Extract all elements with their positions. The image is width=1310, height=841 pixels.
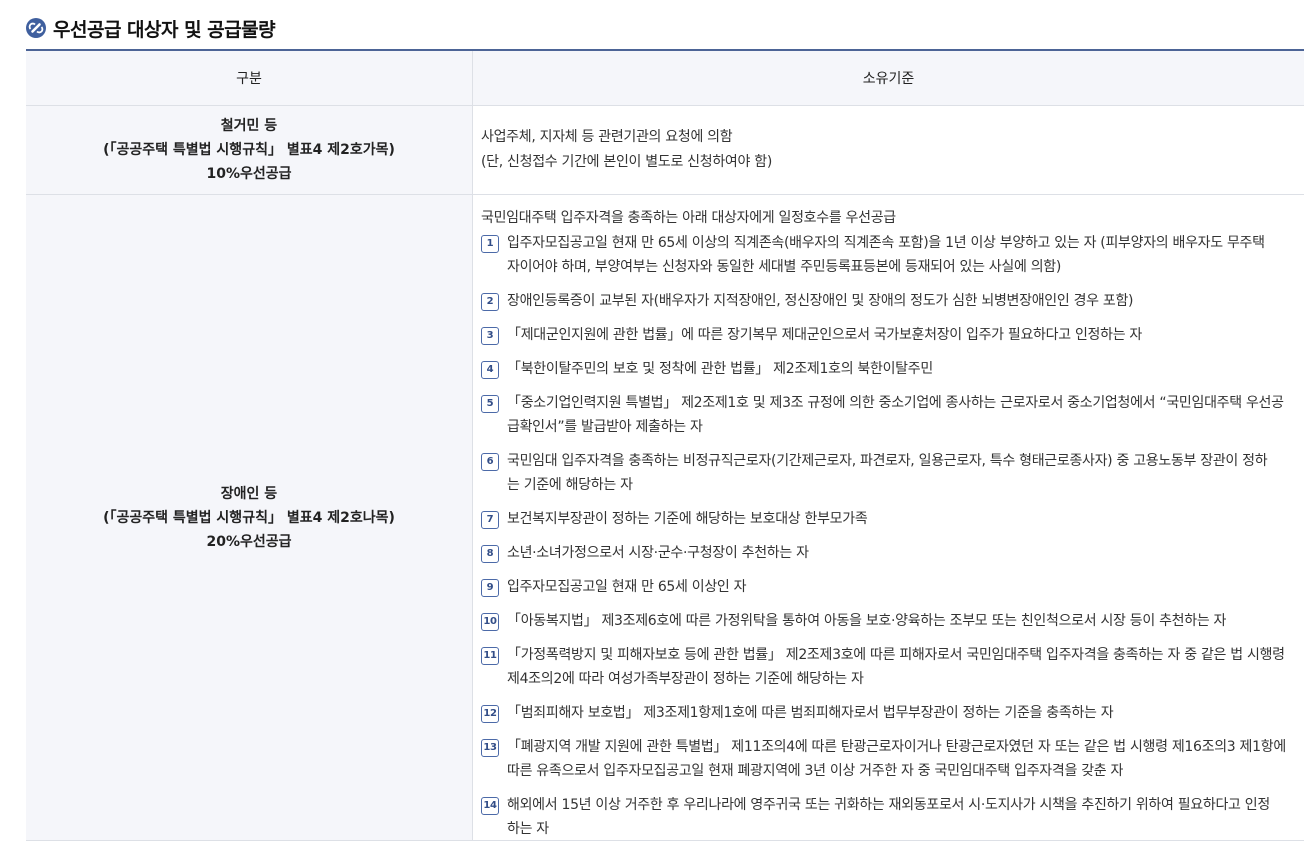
item-text-line: 는 기준에 해당하는 자 <box>507 477 633 493</box>
category-legal-basis: (「공공주택 특별법 시행규칙」 별표4 제2호가목) <box>103 142 395 158</box>
item-text-line: 「중소기업인력지원 특별법」 제2조제1호 및 제3조 규정에 의한 중소기업에… <box>507 395 1284 411</box>
list-item: 4 「북한이탈주민의 보호 및 정착에 관한 법률」 제2조제1호의 북한이탈주민 <box>481 357 1304 381</box>
item-text-line: 하는 자 <box>507 821 549 837</box>
list-item: 8 소년·소녀가정으로서 시장·군수·구청장이 추천하는 자 <box>481 541 1304 565</box>
item-number-badge: 9 <box>481 579 499 597</box>
criteria-cell: 사업주체, 지자체 등 관련기관의 요청에 의함 (단, 신청접수 기간에 본인… <box>473 106 1304 194</box>
item-text: 「제대군인지원에 관한 법률」에 따른 장기복무 제대군인으로서 국가보훈처장이… <box>507 323 1304 347</box>
list-item: 11 「가정폭력방지 및 피해자보호 등에 관한 법률」 제2조제3호에 따른 피… <box>481 643 1304 691</box>
item-text: 「폐광지역 개발 지원에 관한 특별법」 제11조의4에 따른 탄광근로자이거나… <box>507 735 1304 783</box>
criteria-cell: 국민임대주택 입주자격을 충족하는 아래 대상자에게 일정호수를 우선공급 1입… <box>473 195 1304 840</box>
criteria-list: 1 입주자모집공고일 현재 만 65세 이상의 직계존속(배우자의 직계존속 포함… <box>481 231 1304 841</box>
item-text-line: 급확인서”를 발급받아 제출하는 자 <box>507 419 703 435</box>
item-text-line: 해외에서 15년 이상 거주한 후 우리나라에 영주귀국 또는 귀화하는 재외동… <box>507 797 1270 813</box>
category-name: 철거민 등 <box>220 118 278 134</box>
list-item: 1 입주자모집공고일 현재 만 65세 이상의 직계존속(배우자의 직계존속 포함… <box>481 231 1304 279</box>
item-text: 「북한이탈주민의 보호 및 정착에 관한 법률」 제2조제1호의 북한이탈주민 <box>507 357 1304 381</box>
list-item: 3 「제대군인지원에 관한 법률」에 따른 장기복무 제대군인으로서 국가보훈처장… <box>481 323 1304 347</box>
item-number-badge: 11 <box>481 647 499 665</box>
item-number-badge: 6 <box>481 453 499 471</box>
item-text-line: 「제대군인지원에 관한 법률」에 따른 장기복무 제대군인으로서 국가보훈처장이… <box>507 327 1142 343</box>
item-text: 「아동복지법」 제3조제6호에 따른 가정위탁을 통하여 아동을 보호·양육하는… <box>507 609 1304 633</box>
item-number-badge: 12 <box>481 705 499 723</box>
item-text-line: 장애인등록증이 교부된 자(배우자가 지적장애인, 정신장애인 및 장애의 정도… <box>507 293 1134 309</box>
item-text-line: 자이어야 하며, 부양여부는 신청자와 동일한 세대별 주민등록표등본에 등재되… <box>507 259 1062 275</box>
item-text-line: 따른 유족으로서 입주자모집공고일 현재 폐광지역에 3년 이상 거주한 자 중… <box>507 763 1124 779</box>
list-item: 14 해외에서 15년 이상 거주한 후 우리나라에 영주귀국 또는 귀화하는 재… <box>481 793 1304 841</box>
list-item: 9 입주자모집공고일 현재 만 65세 이상인 자 <box>481 575 1304 599</box>
section-header: 우선공급 대상자 및 공급물량 <box>26 16 276 41</box>
item-text-line: 입주자모집공고일 현재 만 65세 이상인 자 <box>507 579 747 595</box>
table-row-disabled: 장애인 등 (「공공주택 특별법 시행규칙」 별표4 제2호나목) 20%우선공… <box>26 195 1304 841</box>
criteria-intro: 국민임대주택 입주자격을 충족하는 아래 대상자에게 일정호수를 우선공급 <box>481 210 896 226</box>
item-text: 해외에서 15년 이상 거주한 후 우리나라에 영주귀국 또는 귀화하는 재외동… <box>507 793 1304 841</box>
item-number-badge: 8 <box>481 545 499 563</box>
header-criteria: 소유기준 <box>862 71 915 87</box>
category-cell: 장애인 등 (「공공주택 특별법 시행규칙」 별표4 제2호나목) 20%우선공… <box>26 195 473 840</box>
item-text-line: 제4조의2에 따라 여성가족부장관이 정하는 기준에 해당하는 자 <box>507 671 864 687</box>
item-number-badge: 2 <box>481 293 499 311</box>
item-text: 국민임대 입주자격을 충족하는 비정규직근로자(기간제근로자, 파견로자, 일용… <box>507 449 1304 497</box>
table-header-row: 구분 소유기준 <box>26 51 1304 106</box>
item-text-line: 국민임대 입주자격을 충족하는 비정규직근로자(기간제근로자, 파견로자, 일용… <box>507 453 1268 469</box>
item-number-badge: 14 <box>481 797 499 815</box>
category-quota: 20%우선공급 <box>206 533 292 550</box>
priority-supply-table: 구분 소유기준 철거민 등 (「공공주택 특별법 시행규칙」 별표4 제2호가목… <box>26 49 1304 841</box>
list-item: 10 「아동복지법」 제3조제6호에 따른 가정위탁을 통하여 아동을 보호·양육… <box>481 609 1304 633</box>
item-text: 보건복지부장관이 정하는 기준에 해당하는 보호대상 한부모가족 <box>507 507 1304 531</box>
section-title: 우선공급 대상자 및 공급물량 <box>53 18 276 41</box>
category-quota: 10%우선공급 <box>206 166 292 182</box>
item-number-badge: 5 <box>481 395 499 413</box>
item-text-line: 「가정폭력방지 및 피해자보호 등에 관한 법률」 제2조제3호에 따른 피해자… <box>507 647 1285 663</box>
category-cell: 철거민 등 (「공공주택 특별법 시행규칙」 별표4 제2호가목) 10%우선공… <box>26 106 473 194</box>
item-text: 입주자모집공고일 현재 만 65세 이상인 자 <box>507 575 1304 599</box>
list-item: 13 「폐광지역 개발 지원에 관한 특별법」 제11조의4에 따른 탄광근로자이… <box>481 735 1304 783</box>
link-icon <box>26 18 46 38</box>
header-category: 구분 <box>26 51 473 105</box>
list-item: 2 장애인등록증이 교부된 자(배우자가 지적장애인, 정신장애인 및 장애의 정… <box>481 289 1304 313</box>
item-text-line: 입주자모집공고일 현재 만 65세 이상의 직계존속(배우자의 직계존속 포함)… <box>507 235 1265 251</box>
criteria-line: (단, 신청접수 기간에 본인이 별도로 신청하여야 함) <box>481 154 772 170</box>
item-text: 소년·소녀가정으로서 시장·군수·구청장이 추천하는 자 <box>507 541 1304 565</box>
item-number-badge: 13 <box>481 739 499 757</box>
item-text: 「가정폭력방지 및 피해자보호 등에 관한 법률」 제2조제3호에 따른 피해자… <box>507 643 1304 691</box>
item-text-line: 「폐광지역 개발 지원에 관한 특별법」 제11조의4에 따른 탄광근로자이거나… <box>507 739 1286 755</box>
table-row-evictees: 철거민 등 (「공공주택 특별법 시행규칙」 별표4 제2호가목) 10%우선공… <box>26 106 1304 195</box>
item-number-badge: 1 <box>481 235 499 253</box>
item-text-line: 「범죄피해자 보호법」 제3조제1항제1호에 따른 범죄피해자로서 법무부장관이… <box>507 705 1114 721</box>
category-name: 장애인 등 <box>220 485 278 502</box>
list-item: 5 「중소기업인력지원 특별법」 제2조제1호 및 제3조 규정에 의한 중소기업… <box>481 391 1304 439</box>
item-text-line: 「아동복지법」 제3조제6호에 따른 가정위탁을 통하여 아동을 보호·양육하는… <box>507 613 1227 629</box>
item-number-badge: 3 <box>481 327 499 345</box>
criteria-line: 사업주체, 지자체 등 관련기관의 요청에 의함 <box>481 129 733 145</box>
item-text-line: 보건복지부장관이 정하는 기준에 해당하는 보호대상 한부모가족 <box>507 511 868 527</box>
item-text: 입주자모집공고일 현재 만 65세 이상의 직계존속(배우자의 직계존속 포함)… <box>507 231 1304 279</box>
item-number-badge: 7 <box>481 511 499 529</box>
item-number-badge: 10 <box>481 613 499 631</box>
category-legal-basis: (「공공주택 특별법 시행규칙」 별표4 제2호나목) <box>103 509 395 526</box>
item-number-badge: 4 <box>481 361 499 379</box>
list-item: 12 「범죄피해자 보호법」 제3조제1항제1호에 따른 범죄피해자로서 법무부장… <box>481 701 1304 725</box>
item-text: 「중소기업인력지원 특별법」 제2조제1호 및 제3조 규정에 의한 중소기업에… <box>507 391 1304 439</box>
item-text: 「범죄피해자 보호법」 제3조제1항제1호에 따른 범죄피해자로서 법무부장관이… <box>507 701 1304 725</box>
list-item: 6 국민임대 입주자격을 충족하는 비정규직근로자(기간제근로자, 파견로자, 일… <box>481 449 1304 497</box>
item-text: 장애인등록증이 교부된 자(배우자가 지적장애인, 정신장애인 및 장애의 정도… <box>507 289 1304 313</box>
item-text-line: 소년·소녀가정으로서 시장·군수·구청장이 추천하는 자 <box>507 545 809 561</box>
list-item: 7 보건복지부장관이 정하는 기준에 해당하는 보호대상 한부모가족 <box>481 507 1304 531</box>
item-text-line: 「북한이탈주민의 보호 및 정착에 관한 법률」 제2조제1호의 북한이탈주민 <box>507 361 933 377</box>
